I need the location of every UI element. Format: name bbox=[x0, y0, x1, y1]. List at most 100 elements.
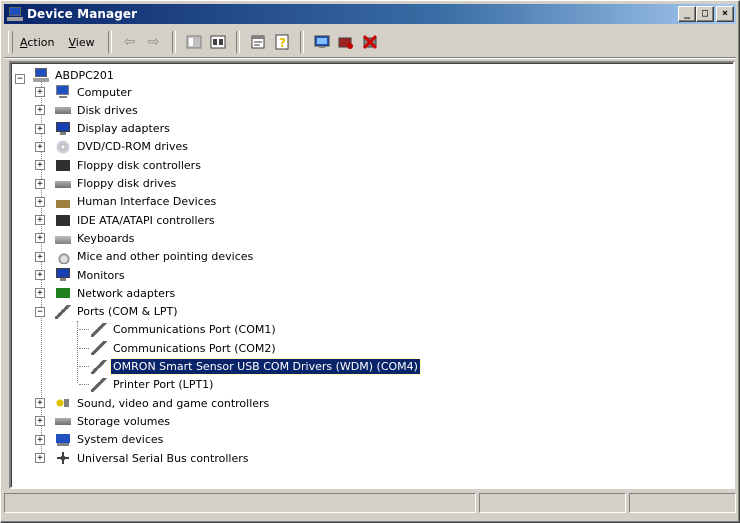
tree-category[interactable]: + Network adapters bbox=[35, 284, 177, 302]
tree-line bbox=[79, 366, 89, 367]
tree-category-label: Display adapters bbox=[77, 122, 170, 136]
disk-drive-icon bbox=[55, 103, 71, 118]
menu-action[interactable]: Action bbox=[13, 33, 61, 52]
properties-button[interactable] bbox=[247, 31, 269, 53]
tree-line bbox=[79, 347, 89, 349]
tree-category[interactable]: + Computer bbox=[35, 83, 134, 101]
tree-category-label: Floppy disk drives bbox=[77, 177, 177, 190]
tree-category[interactable]: + Storage volumes bbox=[35, 412, 172, 430]
tree-category[interactable]: + System devices bbox=[35, 431, 165, 449]
forward-button[interactable]: ⇨ bbox=[143, 31, 165, 53]
help-button[interactable]: ? bbox=[271, 31, 293, 53]
status-pane bbox=[4, 493, 476, 513]
close-button[interactable]: × bbox=[716, 6, 734, 22]
tree-device-label: Communications Port (COM1) bbox=[113, 323, 276, 337]
expand-toggle[interactable]: + bbox=[35, 196, 45, 207]
collapse-toggle[interactable]: − bbox=[35, 306, 45, 317]
expand-toggle[interactable]: + bbox=[35, 141, 45, 152]
storage-volume-icon bbox=[55, 414, 71, 429]
toolbar: Action View ⇦ ⇨ ? bbox=[4, 27, 736, 58]
tree-category[interactable]: − Ports (COM & LPT) bbox=[35, 303, 180, 321]
tree-category-label: Keyboards bbox=[77, 231, 135, 245]
collapse-toggle[interactable]: − bbox=[15, 74, 25, 84]
expand-toggle[interactable]: + bbox=[35, 416, 45, 427]
tree-line bbox=[79, 384, 89, 386]
expand-toggle[interactable]: + bbox=[35, 123, 45, 134]
tree-category-label: Disk drives bbox=[77, 103, 138, 117]
expand-toggle[interactable]: + bbox=[35, 270, 45, 280]
port-icon bbox=[91, 377, 107, 392]
status-pane bbox=[629, 493, 736, 513]
toolbar-separator bbox=[299, 31, 304, 53]
device-tree[interactable]: − ABDPC201 + Computer + Disk drives + Display… bbox=[9, 61, 735, 489]
tree-device[interactable]: OMRON Smart Sensor USB COM Drivers (WDM)… bbox=[79, 358, 421, 376]
console-tree-button[interactable] bbox=[183, 31, 205, 53]
expand-toggle[interactable]: + bbox=[35, 251, 45, 262]
tree-category[interactable]: + Keyboards bbox=[35, 229, 136, 247]
system-device-icon bbox=[55, 432, 71, 447]
tree-device[interactable]: Communications Port (COM1) bbox=[79, 321, 278, 339]
tree-category-label: Floppy disk controllers bbox=[77, 158, 201, 172]
show-hide-icon bbox=[210, 35, 226, 49]
tree-category[interactable]: + Universal Serial Bus controllers bbox=[35, 449, 250, 467]
minimize-button[interactable]: _ bbox=[678, 6, 696, 22]
uninstall-device-button[interactable] bbox=[359, 31, 381, 53]
disable-device-button[interactable] bbox=[335, 31, 357, 53]
keyboard-icon bbox=[55, 231, 71, 246]
tree-category-label: Sound, video and game controllers bbox=[77, 396, 270, 410]
window-title: Device Manager bbox=[27, 7, 138, 21]
expand-toggle[interactable]: + bbox=[35, 233, 45, 244]
show-hide-button[interactable] bbox=[207, 31, 229, 53]
tree-category[interactable]: + DVD/CD-ROM drives bbox=[35, 138, 190, 156]
tree-category[interactable]: + Monitors bbox=[35, 266, 127, 284]
tree-category-label: Ports (COM & LPT) bbox=[77, 305, 178, 319]
ide-controller-icon bbox=[55, 213, 71, 228]
expand-toggle[interactable]: + bbox=[35, 288, 45, 299]
mouse-icon bbox=[55, 249, 71, 264]
expand-toggle[interactable]: + bbox=[35, 434, 45, 445]
floppy-controller-icon bbox=[55, 158, 71, 173]
tree-category[interactable]: + Floppy disk drives bbox=[35, 175, 178, 193]
expand-toggle[interactable]: + bbox=[35, 87, 45, 97]
device-manager-icon bbox=[7, 7, 23, 21]
tree-category[interactable]: + Human Interface Devices bbox=[35, 193, 218, 211]
title-bar[interactable]: Device Manager _ □ × bbox=[4, 4, 736, 24]
disable-device-icon bbox=[338, 37, 353, 49]
menu-view-label: iew bbox=[75, 35, 95, 49]
tree-category-label: Human Interface Devices bbox=[77, 195, 217, 209]
tree-root[interactable]: − ABDPC201 bbox=[15, 66, 116, 84]
network-adapter-icon bbox=[55, 286, 71, 301]
properties-icon bbox=[251, 35, 265, 49]
device-manager-window: Device Manager _ □ × Action View ⇦ ⇨ ? −… bbox=[0, 0, 740, 523]
tree-category[interactable]: + Sound, video and game controllers bbox=[35, 394, 271, 412]
console-tree-icon bbox=[186, 35, 202, 49]
tree-category[interactable]: + Mice and other pointing devices bbox=[35, 248, 255, 266]
expand-toggle[interactable]: + bbox=[35, 453, 45, 463]
expand-toggle[interactable]: + bbox=[35, 398, 45, 409]
tree-category[interactable]: + Disk drives bbox=[35, 101, 140, 119]
tree-category[interactable]: + Floppy disk controllers bbox=[35, 156, 203, 174]
expand-toggle[interactable]: + bbox=[35, 160, 45, 171]
maximize-button[interactable]: □ bbox=[696, 6, 714, 22]
tree-device[interactable]: Printer Port (LPT1) bbox=[79, 376, 215, 394]
scan-hardware-button[interactable] bbox=[311, 31, 333, 53]
expand-toggle[interactable]: + bbox=[35, 215, 45, 226]
expand-toggle[interactable]: + bbox=[35, 105, 45, 116]
menu-view[interactable]: View bbox=[61, 33, 101, 52]
tree-category-label: Monitors bbox=[77, 268, 125, 282]
status-pane bbox=[479, 493, 626, 513]
tree-category-label: Mice and other pointing devices bbox=[77, 250, 254, 264]
menu-view-accel: V bbox=[68, 35, 76, 49]
tree-category[interactable]: + Display adapters bbox=[35, 120, 172, 138]
tree-category[interactable]: + IDE ATA/ATAPI controllers bbox=[35, 211, 217, 229]
tree-line bbox=[77, 321, 78, 383]
tree-category-label: Network adapters bbox=[77, 286, 176, 300]
toolbar-separator bbox=[107, 31, 112, 53]
floppy-drive-icon bbox=[55, 176, 71, 191]
back-button[interactable]: ⇦ bbox=[119, 31, 141, 53]
expand-toggle[interactable]: + bbox=[35, 178, 45, 189]
tree-device[interactable]: Communications Port (COM2) bbox=[79, 339, 278, 357]
sound-icon bbox=[55, 396, 71, 411]
tree-line bbox=[79, 329, 89, 331]
menu-action-label: ction bbox=[27, 35, 55, 49]
